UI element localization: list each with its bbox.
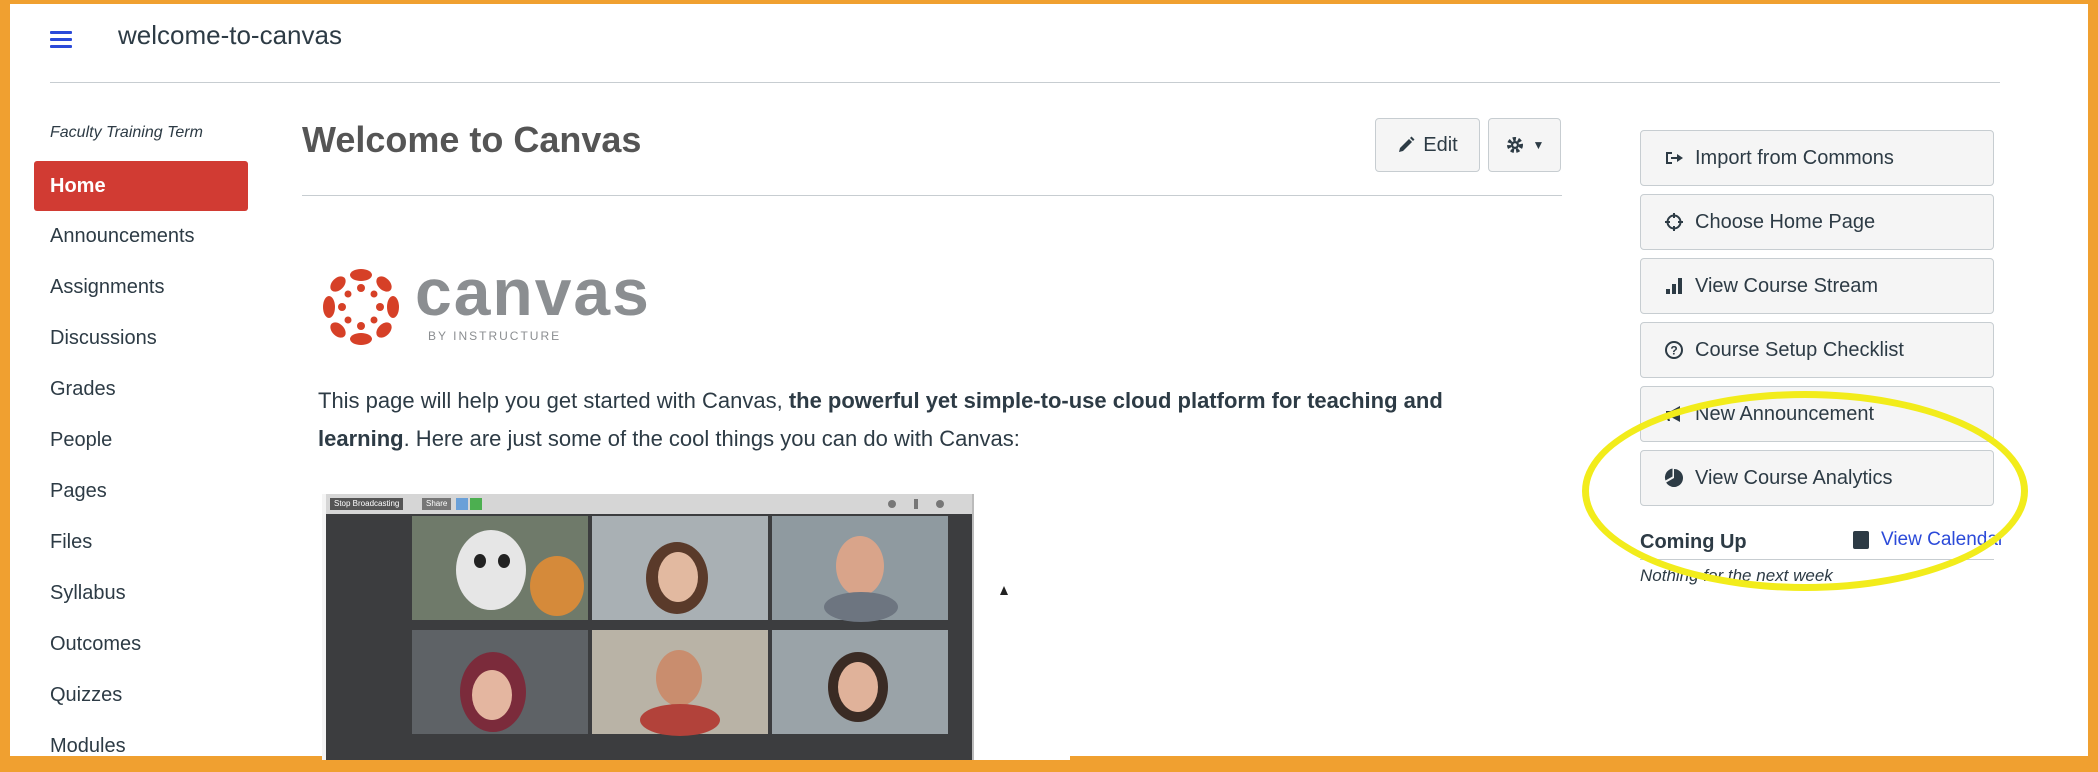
breadcrumb[interactable]: welcome-to-canvas bbox=[118, 20, 342, 51]
header-divider bbox=[50, 82, 2000, 83]
view-course-stream-button[interactable]: View Course Stream bbox=[1640, 258, 1994, 314]
question-icon: ? bbox=[1663, 340, 1685, 360]
course-navigation: Home Announcements Assignments Discussio… bbox=[34, 161, 248, 772]
import-icon bbox=[1663, 150, 1685, 166]
stop-broadcasting-button: Stop Broadcasting bbox=[330, 498, 404, 510]
bar-chart-icon bbox=[1663, 277, 1685, 295]
video-frame: Stop Broadcasting Share bbox=[326, 494, 972, 760]
nav-item-home[interactable]: Home bbox=[34, 161, 248, 211]
nav-item-people[interactable]: People bbox=[34, 415, 248, 466]
intro-paragraph: This page will help you get started with… bbox=[318, 382, 1518, 458]
participant-tile bbox=[592, 630, 768, 736]
participant-tile bbox=[772, 516, 948, 622]
nav-item-grades[interactable]: Grades bbox=[34, 364, 248, 415]
nav-item-outcomes[interactable]: Outcomes bbox=[34, 619, 248, 670]
nav-item-announcements[interactable]: Announcements bbox=[34, 211, 248, 262]
import-from-commons-label: Import from Commons bbox=[1695, 146, 1894, 169]
nav-item-quizzes[interactable]: Quizzes bbox=[34, 670, 248, 721]
choose-home-page-label: Choose Home Page bbox=[1695, 210, 1876, 233]
hamburger-menu-icon[interactable] bbox=[50, 31, 72, 49]
course-setup-checklist-button[interactable]: ? Course Setup Checklist bbox=[1640, 322, 1994, 378]
camera-icon bbox=[456, 498, 468, 510]
intro-text-1: This page will help you get started with… bbox=[318, 388, 789, 413]
participant-tile bbox=[772, 630, 948, 734]
video-side-panel bbox=[972, 494, 1070, 760]
edit-label: Edit bbox=[1423, 133, 1458, 156]
video-toolbar: Stop Broadcasting Share bbox=[326, 494, 972, 514]
nav-item-discussions[interactable]: Discussions bbox=[34, 313, 248, 364]
logo-tagline: BY INSTRUCTURE bbox=[428, 329, 562, 343]
term-label: Faculty Training Term bbox=[50, 124, 203, 141]
participant-tile bbox=[592, 516, 768, 620]
nav-item-pages[interactable]: Pages bbox=[34, 466, 248, 517]
settings-menu-button[interactable]: ▼ bbox=[1488, 118, 1561, 172]
nav-item-files[interactable]: Files bbox=[34, 517, 248, 568]
gear-icon bbox=[1505, 135, 1525, 155]
course-setup-checklist-label: Course Setup Checklist bbox=[1695, 338, 1904, 361]
participant-tile bbox=[412, 516, 588, 620]
canvas-window: welcome-to-canvas Faculty Training Term … bbox=[10, 4, 2088, 760]
import-from-commons-button[interactable]: Import from Commons bbox=[1640, 130, 1994, 186]
title-divider bbox=[302, 195, 1562, 196]
nav-item-modules[interactable]: Modules bbox=[34, 721, 248, 772]
add-icon bbox=[470, 498, 482, 510]
target-icon bbox=[1663, 212, 1685, 232]
video-conference-image: Stop Broadcasting Share bbox=[322, 494, 1070, 760]
choose-home-page-button[interactable]: Choose Home Page bbox=[1640, 194, 1994, 250]
participant-tile bbox=[412, 630, 588, 734]
nav-item-syllabus[interactable]: Syllabus bbox=[34, 568, 248, 619]
page-title: Welcome to Canvas bbox=[302, 119, 642, 160]
view-course-stream-label: View Course Stream bbox=[1695, 274, 1879, 297]
video-settings-icon bbox=[936, 500, 944, 508]
highlight-ellipse bbox=[1582, 391, 2028, 591]
canvas-logo-icon bbox=[323, 269, 399, 345]
share-button: Share bbox=[422, 498, 452, 510]
svg-text:?: ? bbox=[1670, 344, 1677, 358]
nav-item-assignments[interactable]: Assignments bbox=[34, 262, 248, 313]
intro-text-2: . Here are just some of the cool things … bbox=[403, 426, 1020, 451]
pencil-icon bbox=[1397, 136, 1415, 154]
mic-icon bbox=[914, 499, 918, 509]
edit-button[interactable]: Edit bbox=[1375, 118, 1480, 172]
mouse-cursor-icon bbox=[1000, 586, 1008, 595]
chevron-down-icon: ▼ bbox=[1532, 138, 1545, 152]
record-icon bbox=[888, 500, 896, 508]
logo-wordmark: canvas bbox=[415, 255, 651, 329]
